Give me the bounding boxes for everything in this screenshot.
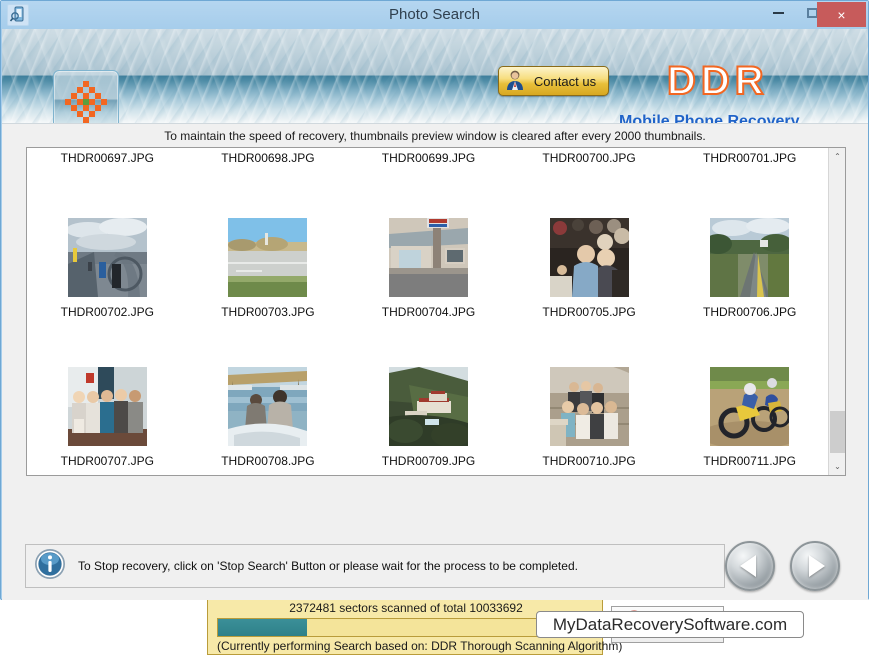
- thumbnail-item[interactable]: THDR00705.JPG: [509, 170, 670, 319]
- thumbnail-label: THDR00707.JPG: [60, 454, 154, 468]
- thumbnail-item[interactable]: THDR00698.JPG: [188, 148, 349, 165]
- thumbnail-item[interactable]: THDR00700.JPG: [509, 148, 670, 165]
- thumbnail-label: THDR00704.JPG: [381, 305, 476, 319]
- thumbnail-label: THDR00700.JPG: [542, 151, 636, 165]
- thumbnail-image[interactable]: [710, 218, 790, 297]
- thumbnail-label: THDR00706.JPG: [702, 305, 797, 319]
- right-triangle-icon: [809, 555, 825, 577]
- close-button[interactable]: ×: [817, 2, 866, 27]
- thumbnail-image[interactable]: [67, 367, 147, 446]
- contact-us-button[interactable]: Contact us: [498, 66, 609, 96]
- scrollbar-thumb[interactable]: [830, 411, 845, 453]
- thumbnail-image[interactable]: [388, 218, 468, 297]
- thumbnail-item[interactable]: THDR00711.JPG: [669, 319, 830, 468]
- thumbnail-item[interactable]: THDR00703.JPG: [188, 170, 349, 319]
- thumbnail-image[interactable]: [67, 218, 147, 297]
- thumbnail-image[interactable]: [228, 218, 308, 297]
- scroll-up-arrow-icon[interactable]: ⌃: [829, 148, 845, 165]
- thumbnail-image[interactable]: [549, 367, 629, 446]
- thumbnail-image[interactable]: [228, 367, 308, 446]
- info-icon: [34, 548, 66, 585]
- page-title: Photo Search: [389, 6, 480, 23]
- thumbnails-preview-panel[interactable]: THDR00697.JPG THDR00698.JPG THDR00699.JP…: [26, 147, 846, 476]
- thumbnail-item[interactable]: THDR00708.JPG: [188, 319, 349, 468]
- thumbnail-label: THDR00709.JPG: [381, 454, 476, 468]
- brand-tagline: Mobile Phone Recovery: [619, 113, 800, 123]
- thumbnail-label: THDR00703.JPG: [221, 305, 315, 319]
- thumbnail-item[interactable]: THDR00702.JPG: [27, 170, 188, 319]
- status-text: To Stop recovery, click on 'Stop Search'…: [78, 559, 578, 573]
- thumbnail-row: THDR00697.JPG THDR00698.JPG THDR00699.JP…: [27, 148, 830, 170]
- previous-button[interactable]: [725, 541, 775, 591]
- notice-text: To maintain the speed of recovery, thumb…: [164, 129, 706, 143]
- thumbnail-label: THDR00698.JPG: [221, 151, 315, 165]
- checkered-pixel-flower-logo: [65, 81, 107, 123]
- minimize-icon: [772, 12, 784, 14]
- thumbnail-item[interactable]: THDR00707.JPG: [27, 319, 188, 468]
- scan-progress-fill: [218, 619, 307, 636]
- status-message-box: To Stop recovery, click on 'Stop Search'…: [25, 544, 725, 588]
- app-banner: Contact us DDR Mobile Phone Recovery: [2, 29, 868, 123]
- photo-search-window: Photo Search × Contact us DDR Mobile Pho…: [0, 0, 869, 655]
- thumbnail-row: THDR00707.JPG THDR00708.JPG THDR00709.JP…: [27, 319, 830, 468]
- thumbnail-grid: THDR00697.JPG THDR00698.JPG THDR00699.JP…: [27, 148, 830, 475]
- user-avatar-icon: [504, 68, 526, 95]
- thumbnail-item[interactable]: THDR00704.JPG: [348, 170, 509, 319]
- thumbnail-image[interactable]: [388, 367, 468, 446]
- thumbnail-label: THDR00708.JPG: [221, 454, 315, 468]
- website-tag: MyDataRecoverySoftware.com: [536, 611, 804, 638]
- thumbnail-label: THDR00705.JPG: [542, 305, 636, 319]
- thumbnail-item[interactable]: THDR00701.JPG: [669, 148, 830, 165]
- thumbnail-label: THDR00711.JPG: [703, 454, 796, 468]
- thumbnail-item[interactable]: THDR00709.JPG: [348, 319, 509, 468]
- main-panel: To maintain the speed of recovery, thumb…: [2, 123, 868, 655]
- thumbnail-image[interactable]: [710, 367, 790, 446]
- contact-us-label: Contact us: [533, 73, 597, 89]
- thumbnail-label: THDR00702.JPG: [60, 305, 154, 319]
- thumbnail-label: THDR00701.JPG: [702, 151, 797, 165]
- thumbnail-item[interactable]: THDR00699.JPG: [348, 148, 509, 165]
- thumbnail-item[interactable]: THDR00710.JPG: [509, 319, 670, 468]
- thumbnail-label: THDR00699.JPG: [381, 151, 476, 165]
- thumbnails-scrollbar[interactable]: ⌃ ⌄: [828, 148, 845, 475]
- thumbnail-label: THDR00697.JPG: [60, 151, 154, 165]
- next-button[interactable]: [790, 541, 840, 591]
- scan-algorithm-text: (Currently performing Search based on: D…: [217, 639, 623, 653]
- footer-area: To Stop recovery, click on 'Stop Search'…: [2, 534, 868, 600]
- thumbnail-label: THDR00710.JPG: [542, 454, 636, 468]
- minimize-button[interactable]: [761, 1, 795, 25]
- brand-logo-text: DDR: [666, 58, 769, 104]
- thumbnail-row: THDR00702.JPG THDR00703.JPG THDR00704.JP…: [27, 170, 830, 319]
- close-icon: ×: [837, 6, 846, 23]
- title-bar: Photo Search ×: [1, 1, 868, 29]
- left-triangle-icon: [740, 555, 756, 577]
- thumbnail-image[interactable]: [549, 218, 629, 297]
- app-logo-button[interactable]: [53, 70, 119, 123]
- maximize-icon: [806, 8, 818, 18]
- thumbnail-item[interactable]: THDR00706.JPG: [669, 170, 830, 319]
- thumbnail-item[interactable]: THDR00697.JPG: [27, 148, 188, 165]
- scroll-down-arrow-icon[interactable]: ⌄: [829, 458, 845, 475]
